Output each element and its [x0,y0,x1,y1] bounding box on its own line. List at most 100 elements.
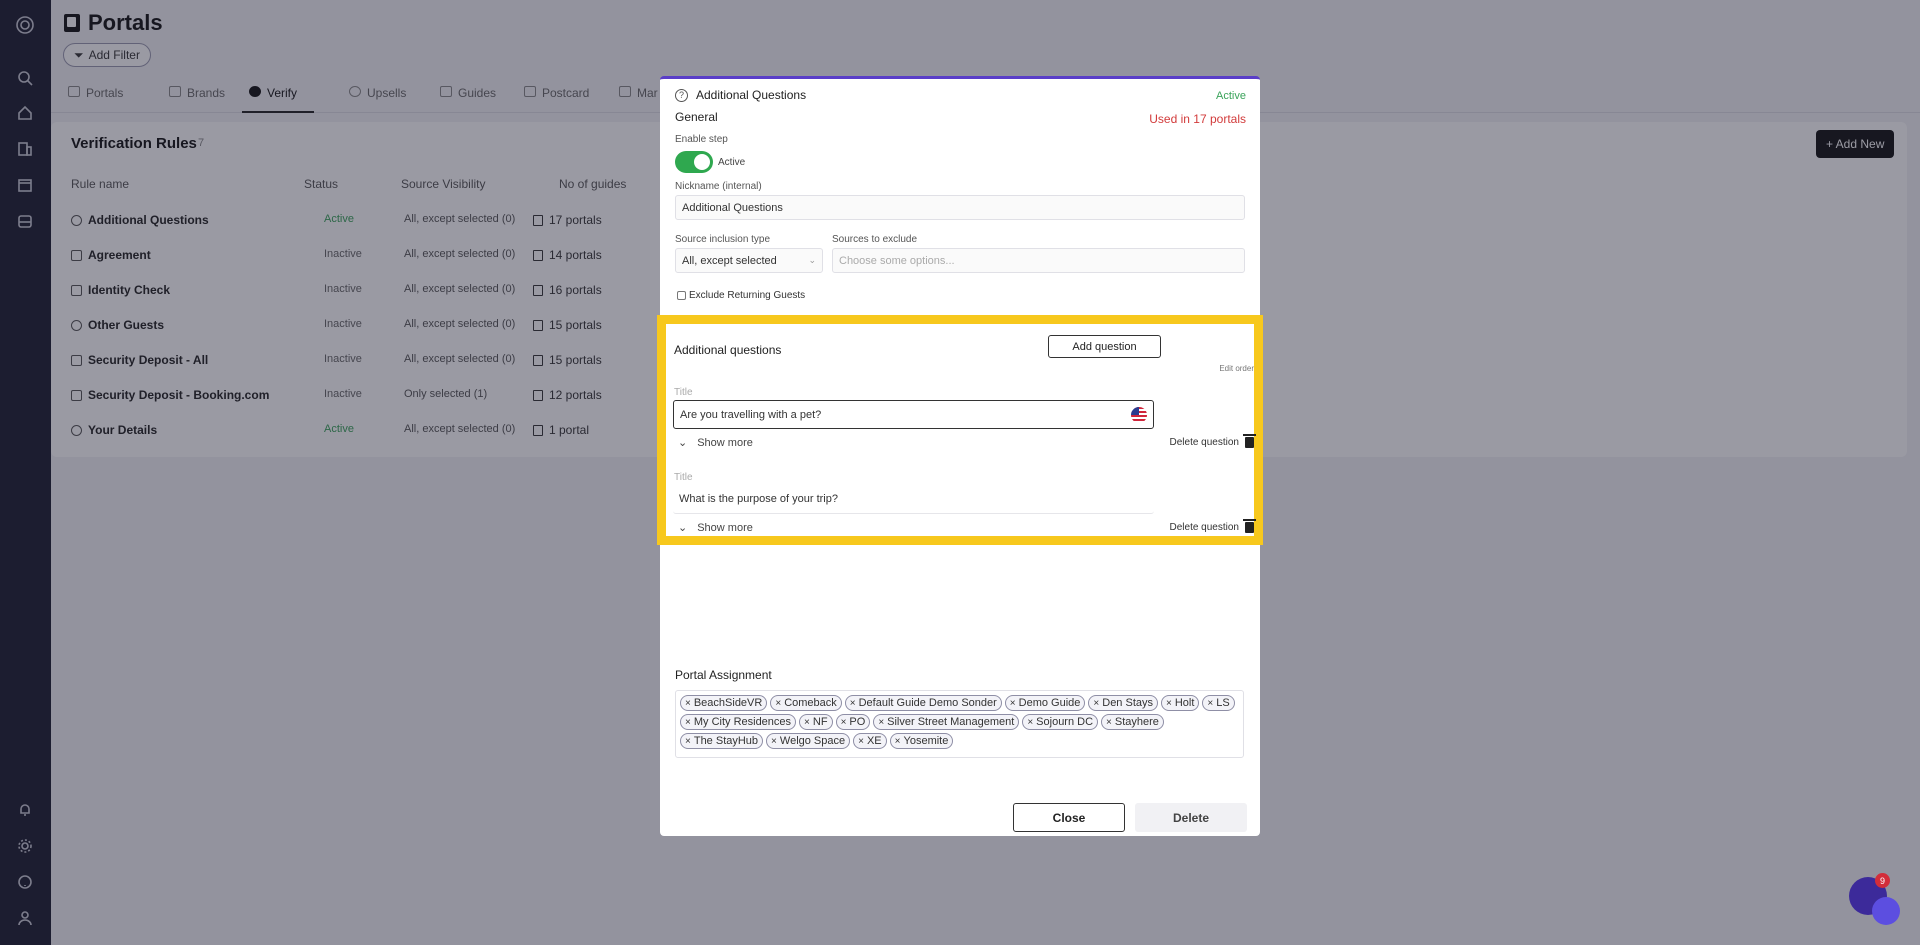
portal-chip-label: NF [812,716,828,728]
exclude-returning-label: Exclude Returning Guests [689,290,806,301]
delete-question-button[interactable]: Delete question [1169,519,1256,533]
portal-chip[interactable]: × NF [799,714,833,730]
remove-chip-icon[interactable]: × [685,698,691,709]
portal-chip-label: PO [849,716,866,728]
sources-exclude-input[interactable]: Choose some options... [832,248,1245,273]
portal-chip[interactable]: × Holt [1161,695,1200,711]
portal-chip-label: Stayhere [1114,716,1159,728]
portal-chip-label: My City Residences [693,716,792,728]
portal-chip-label: LS [1216,697,1230,709]
remove-chip-icon[interactable]: × [775,698,781,709]
delete-question-label: Delete question [1169,522,1240,533]
chat-badge: 9 [1875,873,1890,888]
portal-chip[interactable]: × My City Residences [680,714,797,730]
portal-chip[interactable]: × Silver Street Management [873,714,1020,730]
enable-step-toggle[interactable] [675,151,713,173]
remove-chip-icon[interactable]: × [771,736,777,747]
remove-chip-icon[interactable]: × [1010,698,1016,709]
portal-chip[interactable]: × Den Stays [1088,695,1158,711]
modal-title: Additional Questions [696,88,807,102]
remove-chip-icon[interactable]: × [804,717,810,728]
remove-chip-icon[interactable]: × [1093,698,1099,709]
question-title-value: Are you travelling with a pet? [680,409,822,421]
chevron-down-icon: ⌄ [678,437,688,449]
portal-chip-label: XE [866,735,882,747]
portal-chip-label: Den Stays [1102,697,1153,709]
remove-chip-icon[interactable]: × [1027,717,1033,728]
delete-button[interactable]: Delete [1135,803,1247,832]
portal-chip[interactable]: × XE [853,733,887,749]
portal-chip-label: Sojourn DC [1036,716,1094,728]
show-more-label: Show more [697,521,753,534]
source-type-label: Source inclusion type [675,234,771,245]
portal-chip[interactable]: × PO [835,714,871,730]
question-circle-icon: ? [675,88,688,102]
remove-chip-icon[interactable]: × [1166,698,1172,709]
show-more-label: Show more [697,436,753,449]
remove-chip-icon[interactable]: × [685,736,691,747]
portal-chip[interactable]: × Default Guide Demo Sonder [844,695,1002,711]
show-more-toggle[interactable]: ⌄ Show more [678,521,753,535]
portal-chip[interactable]: × Stayhere [1101,714,1164,730]
portal-chip-label: Silver Street Management [887,716,1015,728]
portal-assignment-heading: Portal Assignment [675,668,772,682]
exclude-returning-checkbox[interactable] [677,291,686,300]
trash-icon [1243,434,1256,448]
edit-order-link[interactable]: Edit order [1219,364,1254,373]
rule-edit-modal: ? Additional Questions Active General Us… [657,76,1263,836]
question-title-input[interactable]: Are you travelling with a pet? [673,400,1154,429]
remove-chip-icon[interactable]: × [1106,717,1112,728]
question-title-label: Title [674,387,693,398]
additional-questions-section: Additional questions Add question Edit o… [657,315,1263,545]
trash-icon [1243,519,1256,533]
portal-chip[interactable]: × Sojourn DC [1022,714,1099,730]
nickname-label: Nickname (internal) [675,181,762,192]
modal-status: Active [1216,90,1246,102]
remove-chip-icon[interactable]: × [850,698,856,709]
us-flag-icon[interactable] [1131,407,1147,423]
portal-assignment-box[interactable]: × BeachSideVR × Comeback × Default Guide Demo… [675,690,1244,758]
portal-chip[interactable]: × BeachSideVR [680,695,768,711]
remove-chip-icon[interactable]: × [878,717,884,728]
used-in-portals: Used in 17 portals [1149,112,1246,126]
question-title-label: Title [674,472,693,483]
portal-chip[interactable]: × LS [1202,695,1235,711]
portal-chip-label: Holt [1174,697,1195,709]
question-title-input[interactable]: What is the purpose of your trip? [673,485,1154,514]
nickname-input[interactable]: Additional Questions [675,195,1245,220]
chevron-down-icon: ⌄ [808,255,816,265]
toggle-label: Active [718,157,746,168]
portal-chip-label: Welgo Space [779,735,846,747]
chevron-down-icon: ⌄ [678,522,688,534]
remove-chip-icon[interactable]: × [895,736,901,747]
question-title-value: What is the purpose of your trip? [679,493,838,505]
add-question-button[interactable]: Add question [1048,335,1161,358]
remove-chip-icon[interactable]: × [685,717,691,728]
portal-chip-label: Default Guide Demo Sonder [858,697,997,709]
delete-question-label: Delete question [1169,437,1240,448]
portal-chip[interactable]: × Welgo Space [766,733,851,749]
source-type-select[interactable]: All, except selected ⌄ [675,248,823,273]
close-button[interactable]: Close [1013,803,1125,832]
sources-exclude-label: Sources to exclude [832,234,918,245]
messenger-launcher[interactable] [1872,897,1900,925]
remove-chip-icon[interactable]: × [841,717,847,728]
portal-chip-label: The StayHub [693,735,759,747]
modal-header: ? Additional Questions [675,88,806,102]
general-heading: General [675,110,718,124]
portal-chip[interactable]: × The StayHub [680,733,764,749]
remove-chip-icon[interactable]: × [858,736,864,747]
enable-step-label: Enable step [675,134,728,145]
portal-chip-label: Yosemite [903,735,949,747]
portal-chip[interactable]: × Demo Guide [1004,695,1086,711]
portal-chip[interactable]: × Comeback [770,695,842,711]
portal-chip-label: Demo Guide [1018,697,1081,709]
portal-chip[interactable]: × Yosemite [889,733,954,749]
source-type-value: All, except selected [682,255,777,267]
additional-questions-heading: Additional questions [674,343,782,357]
show-more-toggle[interactable]: ⌄ Show more [678,436,753,450]
portal-chip-label: BeachSideVR [693,697,763,709]
portal-chip-label: Comeback [784,697,837,709]
remove-chip-icon[interactable]: × [1207,698,1213,709]
delete-question-button[interactable]: Delete question [1169,434,1256,448]
